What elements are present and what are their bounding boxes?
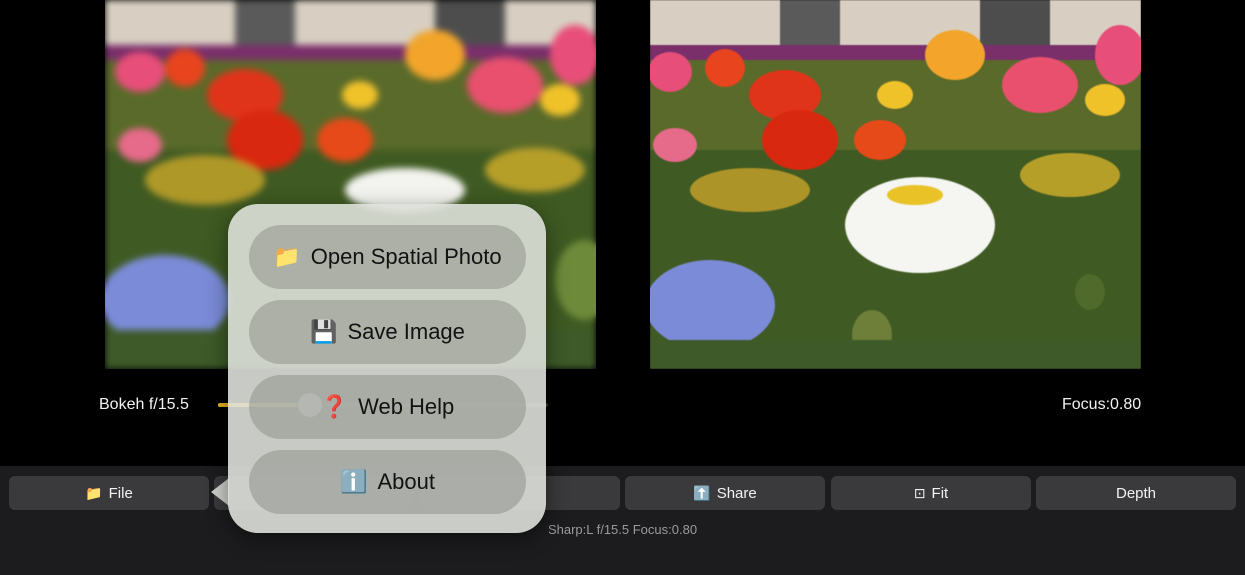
app-window: Bokeh f/15.5 Focus:0.80 📁 File ⬆️ Share … bbox=[0, 0, 1245, 575]
share-button[interactable]: ⬆️ Share bbox=[625, 476, 825, 510]
status-text: Sharp:L f/15.5 Focus:0.80 bbox=[547, 522, 698, 537]
bottom-toolbar: 📁 File ⬆️ Share ⊡ Fit Depth Sharp:L f/15… bbox=[0, 466, 1245, 575]
menu-item-web-help[interactable]: ❓ Web Help bbox=[249, 375, 526, 439]
menu-item-label: Open Spatial Photo bbox=[310, 244, 502, 269]
share-button-label: Share bbox=[716, 484, 757, 502]
file-button-label: File bbox=[108, 484, 133, 502]
bokeh-aperture-label: Bokeh f/15.5 bbox=[99, 396, 189, 413]
menu-item-open-spatial-photo[interactable]: 📁 Open Spatial Photo bbox=[249, 225, 526, 289]
popover-arrow bbox=[211, 478, 229, 506]
share-icon: ⬆️ bbox=[693, 484, 711, 501]
info-icon: ℹ️ bbox=[340, 469, 368, 494]
menu-item-label: About bbox=[377, 469, 435, 494]
folder-icon: 📁 bbox=[273, 244, 301, 269]
sharp-preview-photo bbox=[650, 0, 1141, 369]
file-menu-popover: 📁 Open Spatial Photo 💾 Save Image ❓ Web … bbox=[228, 204, 546, 533]
floppy-disk-icon: 💾 bbox=[310, 319, 338, 344]
question-icon: ❓ bbox=[320, 394, 349, 419]
menu-item-save-image[interactable]: 💾 Save Image bbox=[249, 300, 526, 364]
focus-value-label: Focus:0.80 bbox=[1062, 396, 1142, 413]
menu-item-about[interactable]: ℹ️ About bbox=[249, 450, 526, 514]
fit-button[interactable]: ⊡ Fit bbox=[831, 476, 1031, 510]
menu-item-label: Web Help bbox=[358, 394, 455, 419]
fit-button-label: Fit bbox=[931, 484, 949, 502]
file-button[interactable]: 📁 File bbox=[9, 476, 209, 510]
folder-icon: 📁 bbox=[85, 484, 103, 501]
flower-garden-image bbox=[650, 0, 1141, 369]
depth-button-label: Depth bbox=[1115, 484, 1157, 502]
fit-icon: ⊡ bbox=[913, 484, 926, 501]
menu-item-label: Save Image bbox=[347, 319, 465, 344]
depth-button[interactable]: Depth bbox=[1036, 476, 1236, 510]
